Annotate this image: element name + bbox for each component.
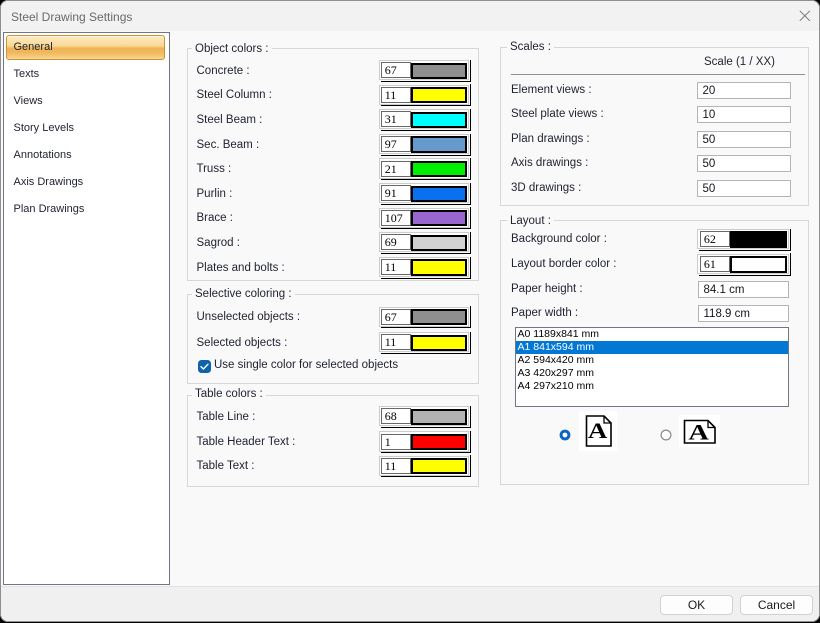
svg-text:A: A (688, 420, 709, 445)
svg-text:A: A (588, 418, 608, 443)
